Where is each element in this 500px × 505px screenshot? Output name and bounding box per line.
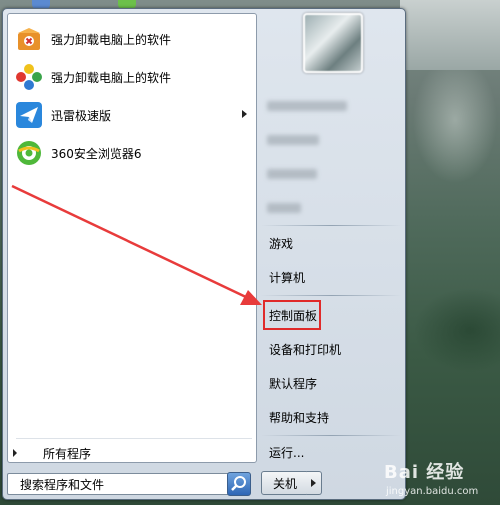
program-item-uninstaller-2[interactable]: 强力卸载电脑上的软件 [11,60,253,94]
menu-item-default-programs[interactable]: 默认程序 [261,368,401,398]
chevron-right-icon [311,479,316,487]
shutdown-options-button[interactable] [307,471,322,495]
documents-link-blurred[interactable] [267,135,319,145]
places-divider [261,295,401,296]
search-input[interactable]: 搜索程序和文件 [7,473,235,495]
menu-item-devices-printers[interactable]: 设备和打印机 [261,334,401,364]
submenu-arrow-icon[interactable] [242,110,247,118]
colorful-dots-icon [16,64,42,90]
program-label: 迅雷极速版 [51,108,112,123]
places-divider [261,435,401,436]
places-divider [261,225,401,226]
menu-item-label: 帮助和支持 [269,410,330,425]
user-folder-link-blurred[interactable] [267,101,347,111]
program-label: 强力卸载电脑上的软件 [51,32,172,47]
menu-item-label: 设备和打印机 [269,342,342,357]
all-programs-label: 所有程序 [43,446,92,461]
shutdown-label: 关机 [272,476,297,491]
pictures-link-blurred[interactable] [267,169,317,179]
search-button[interactable] [227,472,251,496]
user-avatar[interactable] [303,13,363,73]
shutdown-button[interactable]: 关机 [261,471,309,495]
360-browser-icon [17,141,41,165]
menu-item-label: 游戏 [269,236,294,251]
start-menu-programs-pane: 强力卸载电脑上的软件 强力卸载电脑上的软件 迅雷极速版 360安全浏览器6 [7,13,257,463]
programs-divider [16,438,252,439]
program-item-uninstaller-1[interactable]: 强力卸载电脑上的软件 [11,22,253,56]
menu-item-label: 默认程序 [269,376,318,391]
program-label: 强力卸载电脑上的软件 [51,70,172,85]
start-menu-places-pane: 游戏 计算机 控制面板 设备和打印机 默认程序 帮助和支持 运行... 关机 [257,9,405,499]
program-item-xunlei[interactable]: 迅雷极速版 [11,98,253,132]
box-uninstall-icon [18,28,40,50]
program-item-360-browser[interactable]: 360安全浏览器6 [11,136,253,170]
annotation-highlight-box [263,300,321,330]
search-placeholder: 搜索程序和文件 [20,477,105,492]
all-programs-arrow-icon [13,449,17,457]
menu-item-computer[interactable]: 计算机 [261,262,401,292]
menu-item-games[interactable]: 游戏 [261,228,401,258]
all-programs-button[interactable]: 所有程序 [7,441,255,465]
thunder-bird-icon [16,102,42,128]
search-icon [231,476,246,491]
watermark-main: Bai 经验 [384,462,465,483]
baidu-watermark: Bai 经验 jingyan.baidu.com [380,458,500,504]
watermark-url: jingyan.baidu.com [386,486,479,497]
menu-item-label: 运行... [269,445,305,460]
music-link-blurred[interactable] [267,203,301,213]
menu-item-help-support[interactable]: 帮助和支持 [261,402,401,432]
menu-item-label: 计算机 [269,270,306,285]
start-menu: 强力卸载电脑上的软件 强力卸载电脑上的软件 迅雷极速版 360安全浏览器6 所有… [2,8,406,500]
program-label: 360安全浏览器6 [51,146,142,161]
desktop-mountain-sky [400,0,500,70]
